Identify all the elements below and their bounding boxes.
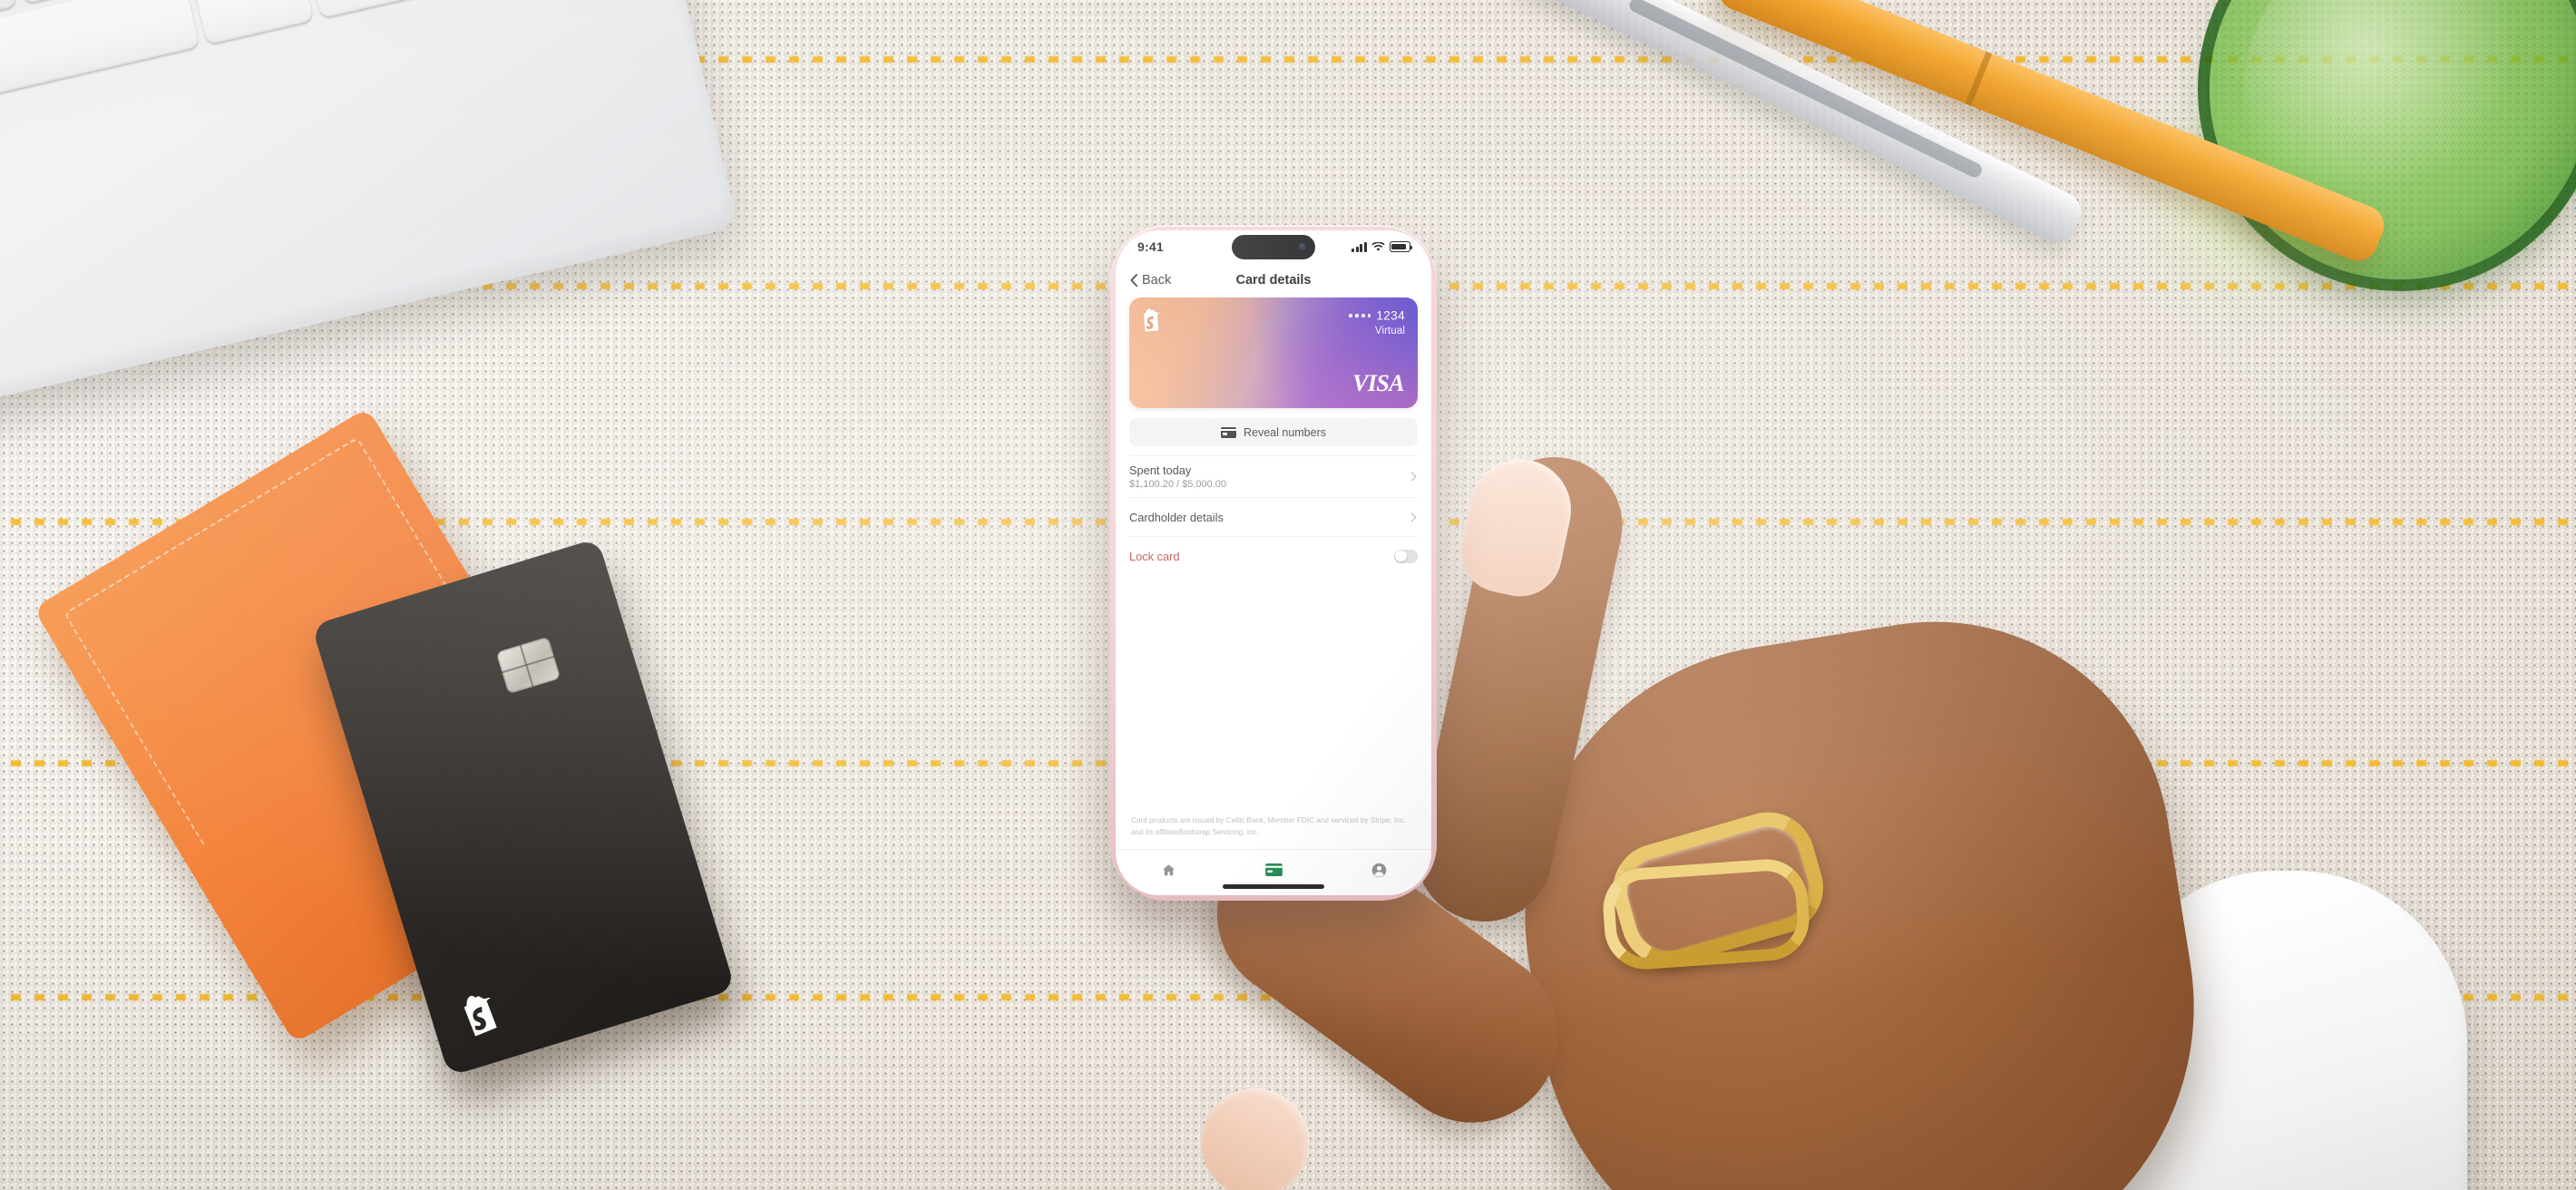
dynamic-island (1232, 235, 1315, 259)
tab-home[interactable] (1147, 858, 1190, 882)
wifi-icon (1371, 241, 1385, 251)
row-title: Cardholder details (1129, 510, 1224, 524)
tab-cards[interactable] (1252, 858, 1295, 882)
row-title: Spent today (1129, 463, 1192, 477)
gold-ring-second-band (1600, 856, 1812, 972)
status-bar: 9:41 (1116, 230, 1431, 263)
person-circle-icon (1371, 863, 1386, 877)
credit-card-icon (1220, 426, 1236, 438)
card-masked-number: 1234 (1349, 307, 1405, 324)
reveal-numbers-label: Reveal numbers (1243, 425, 1326, 439)
virtual-card-visual[interactable]: 1234 Virtual VISA (1129, 298, 1418, 408)
chevron-right-icon (1407, 512, 1417, 522)
row-lock-card[interactable]: Lock card (1129, 537, 1418, 575)
desk-scene: U I shift H J K L : ? B N M < > / (0, 0, 2576, 1190)
card-type-label: Virtual (1374, 326, 1405, 337)
visa-logo: VISA (1352, 370, 1404, 396)
status-bar-time: 9:41 (1137, 239, 1164, 254)
back-button-label: Back (1142, 273, 1172, 288)
signal-bars-icon (1351, 241, 1367, 252)
chevron-left-icon (1130, 274, 1137, 287)
row-text: Spent today $1,100.20 / $5,000.00 (1129, 463, 1226, 490)
row-spent-today[interactable]: Spent today $1,100.20 / $5,000.00 (1129, 455, 1418, 498)
phone-screen: 9:41 Back Card details 1234 Virtual VISA… (1116, 230, 1431, 895)
tab-profile[interactable] (1357, 858, 1400, 882)
keyboard-key-option: option (305, 0, 428, 19)
palm (1486, 588, 2233, 1190)
home-icon (1162, 863, 1175, 875)
shopify-bag-icon (463, 995, 497, 1037)
row-text: Lock card (1129, 550, 1179, 563)
row-subtitle: $1,100.20 / $5,000.00 (1129, 479, 1227, 490)
legal-disclaimer: Card products are issued by Celtic Bank,… (1131, 815, 1407, 837)
masked-digits-icon (1349, 313, 1371, 317)
status-bar-indicators (1351, 241, 1413, 252)
home-indicator[interactable] (1223, 884, 1324, 889)
navigation-bar: Back Card details (1116, 263, 1431, 298)
battery-icon (1390, 241, 1413, 252)
screen-content: 1234 Virtual VISA Reveal numbers Spent t… (1116, 298, 1431, 849)
back-button[interactable]: Back (1130, 273, 1171, 288)
chevron-right-icon (1407, 472, 1417, 482)
shopify-bag-icon (1144, 308, 1160, 332)
row-title: Lock card (1129, 549, 1180, 563)
settings-list: Spent today $1,100.20 / $5,000.00 Cardho… (1129, 455, 1418, 575)
keyboard-key-space (0, 0, 200, 154)
lock-card-toggle[interactable] (1394, 549, 1418, 563)
iphone-device: 9:41 Back Card details 1234 Virtual VISA… (1110, 225, 1437, 901)
row-text: Cardholder details (1129, 511, 1224, 524)
reveal-numbers-button[interactable]: Reveal numbers (1129, 418, 1418, 446)
row-cardholder-details[interactable]: Cardholder details (1129, 498, 1418, 537)
emv-chip-icon (495, 636, 561, 695)
credit-card-icon (1264, 863, 1283, 876)
card-last-four: 1234 (1376, 308, 1405, 323)
card-number-block: 1234 Virtual (1349, 307, 1405, 337)
hand-holding-phone (1178, 444, 2349, 1190)
keyboard-key-command: command (190, 0, 314, 45)
